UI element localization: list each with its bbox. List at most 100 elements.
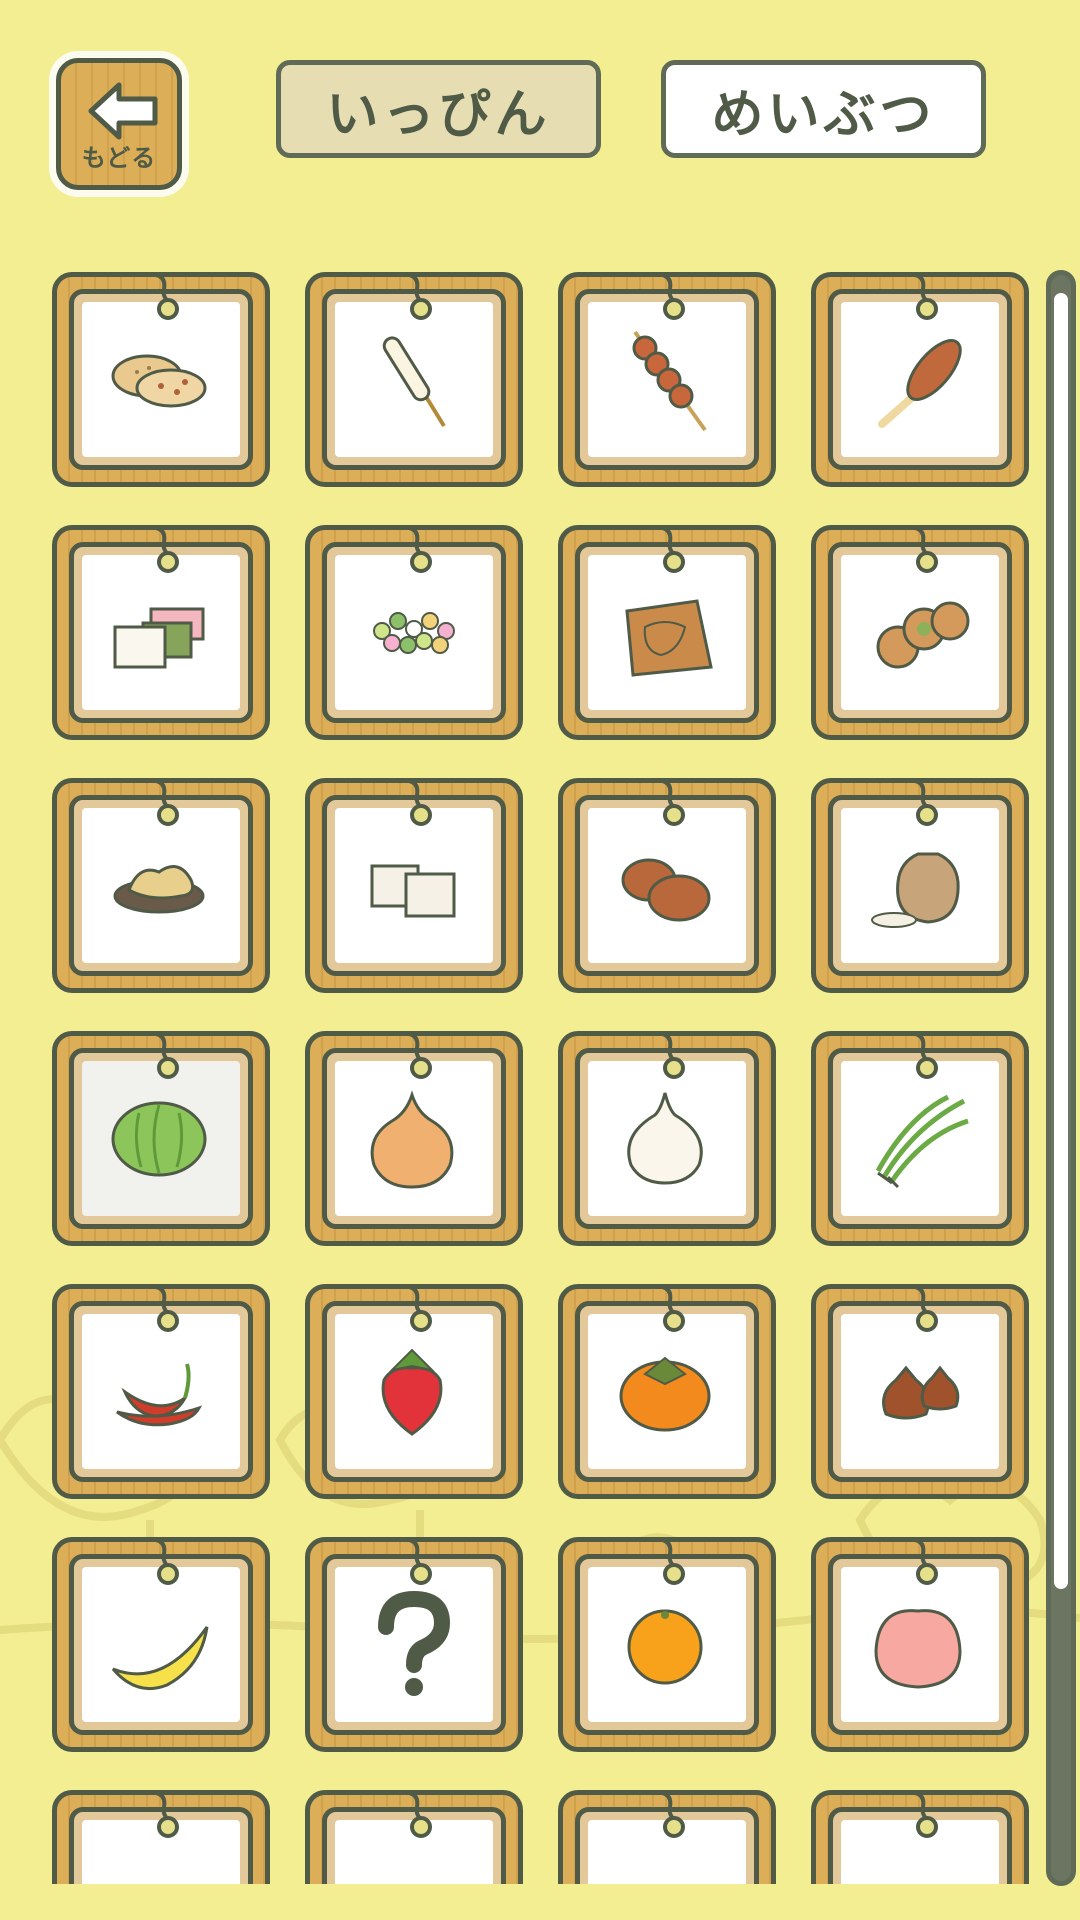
card-picture <box>841 808 999 963</box>
item-card[interactable] <box>811 272 1029 487</box>
hook-icon <box>660 526 685 573</box>
chili-pepper-icon <box>116 1362 202 1426</box>
question-mark-icon <box>378 1590 451 1696</box>
hook-icon <box>913 1032 938 1079</box>
item-card[interactable] <box>52 1284 270 1499</box>
strawberry-icon <box>381 1348 443 1436</box>
fried-snack-plate-icon <box>113 864 205 913</box>
item-card[interactable] <box>52 1537 270 1752</box>
chestnut-icon <box>882 1365 960 1419</box>
card-picture <box>335 1567 493 1722</box>
card-picture <box>841 1567 999 1722</box>
item-card[interactable] <box>305 1537 523 1752</box>
item-card[interactable] <box>52 272 270 487</box>
hook-icon <box>154 1285 179 1332</box>
hook-icon <box>407 779 432 826</box>
hook-icon <box>660 1538 685 1585</box>
grilled-mochi-stick-icon <box>878 338 962 428</box>
steamed-buns-icon <box>621 858 711 921</box>
card-picture <box>841 302 999 457</box>
item-card[interactable] <box>52 1790 270 1884</box>
item-card[interactable] <box>305 1031 523 1246</box>
item-card[interactable] <box>558 1031 776 1246</box>
peach-icon <box>874 1608 962 1689</box>
item-card[interactable] <box>558 1284 776 1499</box>
item-card[interactable] <box>558 778 776 993</box>
hook-icon <box>154 1538 179 1585</box>
persimmon-icon <box>619 1356 711 1431</box>
mandarin-orange-icon <box>627 1609 703 1684</box>
card-picture <box>335 1314 493 1469</box>
hook-icon <box>407 1538 432 1585</box>
item-grid-viewport <box>40 272 1030 1884</box>
tab-meibutsu[interactable]: めいぶつ <box>661 60 986 158</box>
item-card[interactable] <box>558 1537 776 1752</box>
colored-candy-balls-icon <box>373 611 455 654</box>
garlic-icon <box>627 1092 703 1185</box>
green-onion-icon <box>875 1094 969 1188</box>
back-button[interactable]: もどる <box>56 58 182 190</box>
hook-icon <box>154 1032 179 1079</box>
hook-icon <box>913 1791 938 1838</box>
hook-icon <box>154 779 179 826</box>
card-picture <box>841 1061 999 1216</box>
hook-icon <box>154 526 179 573</box>
card-picture <box>82 1567 240 1722</box>
hook-icon <box>407 1285 432 1332</box>
layered-mochi-icon <box>113 607 205 668</box>
card-picture <box>82 1314 240 1469</box>
apple-icon <box>99 1836 223 1885</box>
item-card[interactable] <box>811 778 1029 993</box>
item-card[interactable] <box>305 778 523 993</box>
hook-icon <box>660 1032 685 1079</box>
card-picture <box>588 1061 746 1216</box>
hook-icon <box>660 1791 685 1838</box>
card-picture <box>82 808 240 963</box>
item-card[interactable] <box>811 525 1029 740</box>
back-arrow-icon <box>88 82 158 140</box>
card-picture <box>841 555 999 710</box>
rice-cracker-icon <box>111 354 207 407</box>
card-picture <box>588 1314 746 1469</box>
item-card[interactable] <box>305 1284 523 1499</box>
hook-icon <box>407 1032 432 1079</box>
card-picture <box>588 808 746 963</box>
milk-jug-icon <box>352 1836 476 1885</box>
card-picture <box>82 1061 240 1216</box>
tofu-blocks-icon <box>370 864 456 917</box>
hook-icon <box>407 1791 432 1838</box>
item-card[interactable] <box>558 525 776 740</box>
item-card[interactable] <box>811 1790 1029 1884</box>
hook-icon <box>660 779 685 826</box>
card-picture <box>82 302 240 457</box>
hook-icon <box>913 526 938 573</box>
cheese-icon <box>605 1836 729 1885</box>
tab-ippin[interactable]: いっぴん <box>276 60 601 158</box>
hook-icon <box>660 273 685 320</box>
manju-pastries-icon <box>876 601 970 668</box>
scrollbar-thumb[interactable] <box>1054 293 1068 1589</box>
hook-icon <box>913 1538 938 1585</box>
banana-icon <box>111 1625 209 1690</box>
item-card[interactable] <box>811 1284 1029 1499</box>
item-card[interactable] <box>305 525 523 740</box>
item-card[interactable] <box>811 1031 1029 1246</box>
scrollbar[interactable] <box>1046 270 1076 1886</box>
item-card[interactable] <box>52 778 270 993</box>
item-card[interactable] <box>305 272 523 487</box>
hook-icon <box>154 273 179 320</box>
hook-icon <box>407 526 432 573</box>
item-card[interactable] <box>811 1537 1029 1752</box>
card-picture <box>335 1061 493 1216</box>
item-card[interactable] <box>558 272 776 487</box>
cabbage-icon <box>111 1101 207 1176</box>
card-picture <box>588 555 746 710</box>
item-card[interactable] <box>52 1031 270 1246</box>
rice-bag-icon <box>871 852 960 928</box>
item-card[interactable] <box>305 1790 523 1884</box>
onion-icon <box>370 1089 454 1189</box>
hook-icon <box>913 273 938 320</box>
item-card[interactable] <box>52 525 270 740</box>
item-card[interactable] <box>558 1790 776 1884</box>
card-picture <box>588 1567 746 1722</box>
